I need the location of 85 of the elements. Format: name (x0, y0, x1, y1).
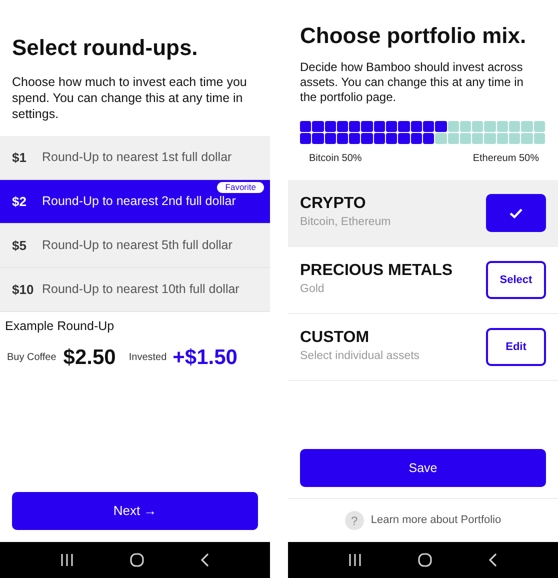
home-icon[interactable] (418, 553, 432, 567)
bitcoin-share-label: Bitcoin 50% (309, 152, 362, 166)
mix-square (374, 133, 386, 144)
mix-square (472, 121, 484, 132)
favorite-badge: Favorite (217, 182, 264, 193)
mix-square (496, 121, 508, 132)
back-icon[interactable] (488, 553, 498, 567)
recent-apps-icon[interactable] (348, 553, 362, 567)
description: Decide how Bamboo should invest across assets. You can change this at any time in the portfolio page. (300, 60, 524, 105)
mix-square (386, 133, 398, 144)
mix-square (460, 133, 472, 144)
help-icon: ? (344, 511, 364, 530)
option-label: Round-Up to nearest 1st full dollar (42, 149, 232, 166)
selected-button[interactable] (486, 194, 546, 232)
learn-more-link[interactable]: Learn more about Portfolio (370, 512, 502, 529)
mix-square (521, 133, 533, 144)
mix-square (312, 121, 324, 132)
page-title: Select round-ups. (12, 34, 199, 62)
mix-square (336, 121, 348, 132)
mix-square (448, 133, 459, 144)
portfolio-name: CUSTOM (300, 328, 370, 348)
home-icon[interactable] (130, 553, 144, 567)
recent-apps-icon[interactable] (60, 553, 74, 567)
mix-square (534, 133, 545, 144)
next-button[interactable]: Next → (12, 492, 258, 530)
mix-square (312, 133, 324, 144)
purchase-label: Buy Coffee (7, 351, 56, 365)
mix-square (410, 133, 422, 144)
save-button[interactable]: Save (300, 449, 546, 487)
portfolio-assets: Gold (300, 282, 326, 298)
mix-square (300, 133, 312, 144)
mix-square (509, 133, 520, 144)
select-button[interactable]: Select (486, 261, 546, 299)
back-icon[interactable] (200, 553, 210, 567)
mix-square (410, 121, 422, 132)
mix-square (422, 121, 434, 132)
edit-button[interactable]: Edit (486, 328, 546, 366)
mix-square (534, 121, 545, 132)
option-label: Round-Up to nearest 5th full dollar (42, 237, 232, 254)
mix-square (374, 121, 386, 132)
mix-square (398, 133, 410, 144)
invested-amount: +$1.50 (172, 344, 238, 371)
ethereum-share-label: Ethereum 50% (472, 152, 539, 166)
option-amount: $2 (12, 192, 28, 211)
portfolio-name: PRECIOUS METALS (300, 261, 453, 282)
invested-label: Invested (128, 351, 167, 365)
example-heading: Example Round-Up (5, 318, 116, 335)
roundup-option[interactable]: Favorite $2 Round-Up to nearest 2nd full dollar (0, 180, 270, 224)
option-amount: $10 (12, 280, 35, 299)
mix-square (521, 121, 533, 132)
mix-square (496, 133, 508, 144)
option-amount: $1 (12, 148, 28, 167)
mix-square (336, 133, 348, 144)
mix-square (361, 121, 373, 132)
portfolio-assets: Bitcoin, Ethereum (300, 215, 391, 230)
mix-square (435, 133, 447, 144)
mix-square (300, 121, 312, 132)
portfolio-assets: Select individual assets (300, 349, 420, 364)
check-icon (509, 208, 523, 218)
portfolio-name: CRYPTO (300, 194, 367, 214)
mix-square (324, 121, 336, 132)
portfolio-option[interactable]: CRYPTO Bitcoin, Ethereum (288, 180, 558, 247)
option-label: Round-Up to nearest 10th full dollar (42, 281, 240, 298)
purchase-amount: $2.50 (63, 344, 116, 371)
mix-square (398, 121, 410, 132)
mix-square (324, 133, 336, 144)
option-label: Round-Up to nearest 2nd full dollar (42, 193, 236, 210)
roundup-option[interactable]: $5 Round-Up to nearest 5th full dollar (0, 224, 270, 268)
mix-square (484, 121, 496, 132)
mix-square (472, 133, 484, 144)
mix-square (460, 121, 472, 132)
roundup-option[interactable]: $1 Round-Up to nearest 1st full dollar (0, 136, 270, 180)
roundup-option[interactable]: $10 Round-Up to nearest 10th full dollar (0, 268, 270, 312)
mix-square (422, 133, 434, 144)
option-amount: $5 (12, 236, 28, 255)
mix-square (386, 121, 398, 132)
mix-square (448, 121, 459, 132)
mix-square (435, 121, 447, 132)
mix-square (484, 133, 496, 144)
mix-square (509, 121, 520, 132)
mix-square (349, 121, 360, 132)
description: Choose how much to invest each time you spend. You can change this at any time in settings. (12, 74, 248, 122)
page-title: Choose portfolio mix. (300, 22, 528, 50)
mix-square (361, 133, 373, 144)
mix-square (349, 133, 360, 144)
